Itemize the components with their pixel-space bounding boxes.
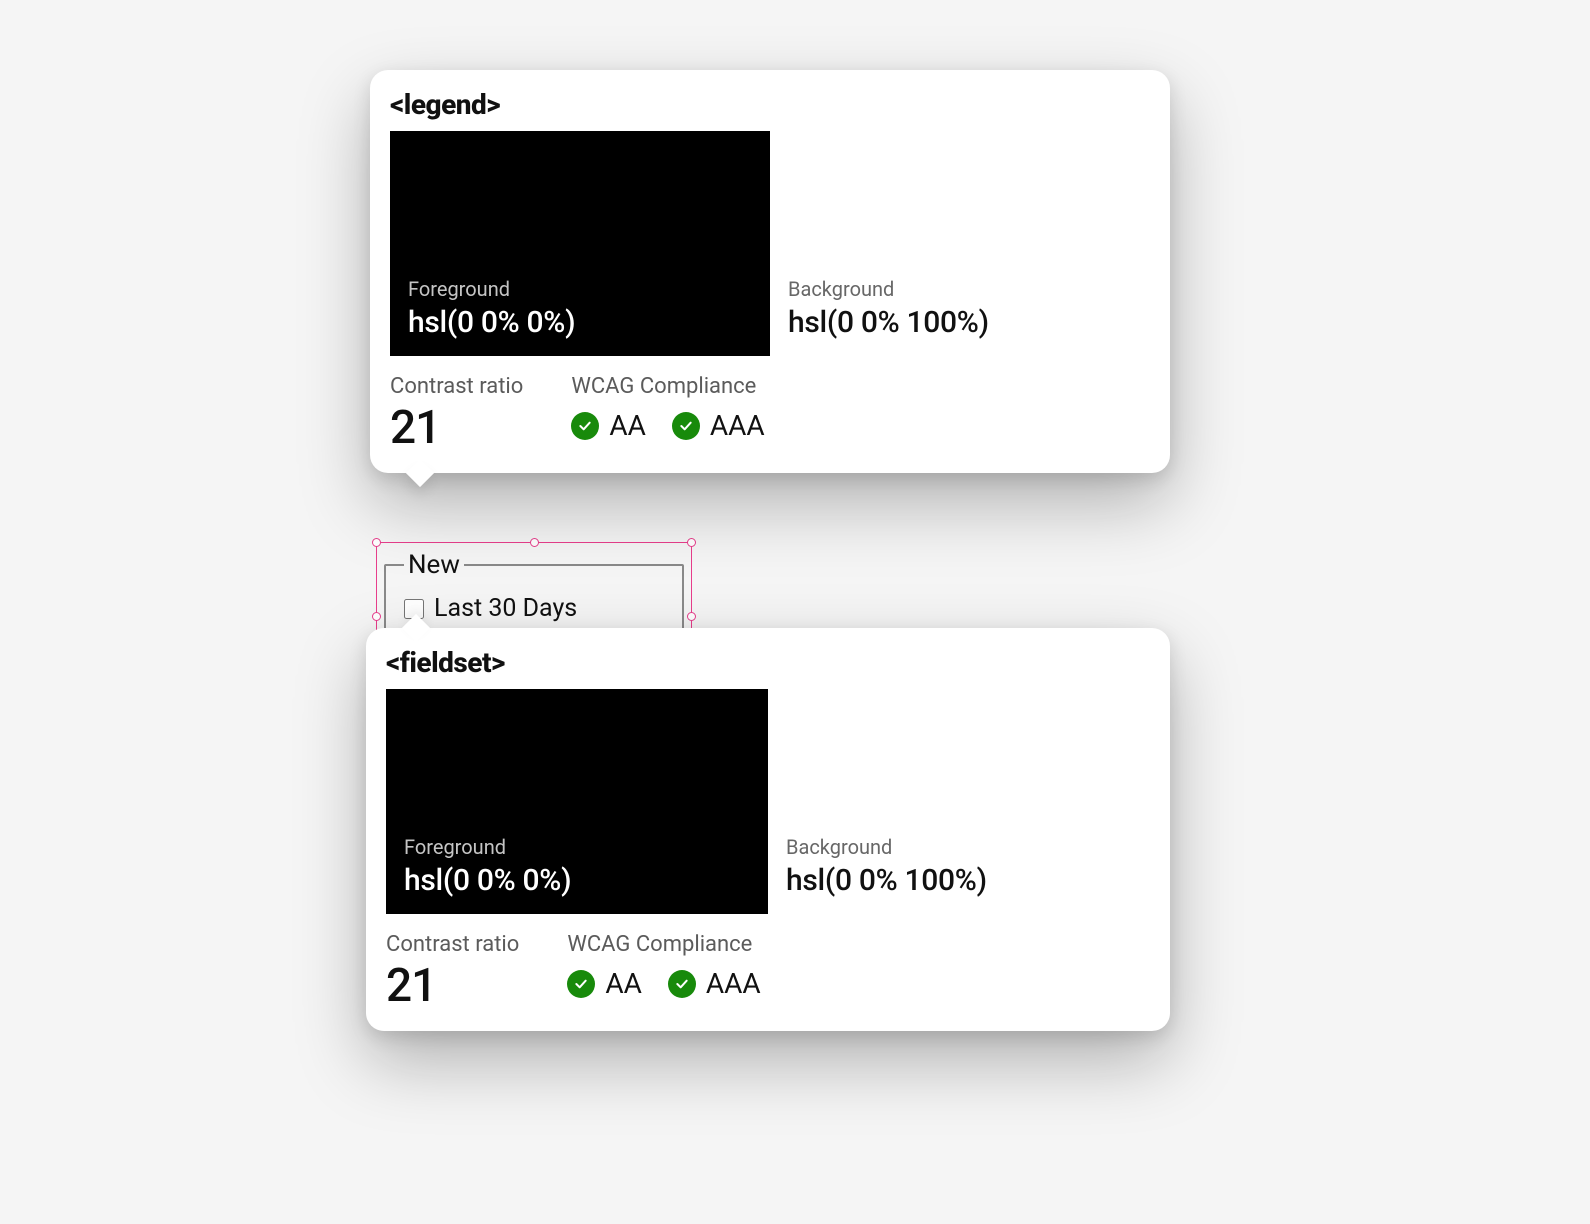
wcag-aa-text: AA: [605, 967, 642, 1000]
foreground-swatch: Foreground hsl(0 0% 0%): [390, 131, 770, 356]
wcag-aaa-badge: AAA: [668, 967, 761, 1000]
selection-handle[interactable]: [372, 538, 381, 547]
legend: New: [404, 550, 464, 580]
wcag-aaa-text: AAA: [710, 409, 765, 442]
checkbox-row[interactable]: Last 30 Days: [404, 590, 664, 628]
selection-handle[interactable]: [687, 612, 696, 621]
selection-handle[interactable]: [530, 538, 539, 547]
checkbox-label: Last 30 Days: [434, 590, 577, 628]
check-circle-icon: [672, 412, 700, 440]
selection-handle[interactable]: [687, 538, 696, 547]
foreground-value: hsl(0 0% 0%): [408, 305, 752, 340]
background-swatch: Background hsl(0 0% 100%): [770, 131, 1150, 356]
foreground-value: hsl(0 0% 0%): [404, 863, 750, 898]
wcag-compliance-label: WCAG Compliance: [571, 374, 764, 399]
wcag-aa-badge: AA: [571, 409, 646, 442]
foreground-swatch: Foreground hsl(0 0% 0%): [386, 689, 768, 914]
check-circle-icon: [571, 412, 599, 440]
wcag-aa-badge: AA: [567, 967, 642, 1000]
element-tag-title: <fieldset>: [386, 646, 1150, 679]
wcag-aaa-text: AAA: [706, 967, 761, 1000]
background-label: Background: [788, 277, 1132, 301]
background-value: hsl(0 0% 100%): [788, 305, 1132, 340]
contrast-popover-legend: <legend> Foreground hsl(0 0% 0%) Backgro…: [370, 70, 1170, 473]
foreground-label: Foreground: [408, 277, 752, 301]
background-label: Background: [786, 835, 1132, 859]
contrast-popover-fieldset: <fieldset> Foreground hsl(0 0% 0%) Backg…: [366, 628, 1170, 1031]
contrast-ratio-label: Contrast ratio: [390, 374, 523, 399]
check-circle-icon: [567, 970, 595, 998]
selection-handle[interactable]: [372, 612, 381, 621]
wcag-aa-text: AA: [609, 409, 646, 442]
contrast-ratio-value: 21: [386, 963, 519, 1009]
element-tag-title: <legend>: [390, 88, 1150, 121]
background-swatch: Background hsl(0 0% 100%): [768, 689, 1150, 914]
check-circle-icon: [668, 970, 696, 998]
background-value: hsl(0 0% 100%): [786, 863, 1132, 898]
foreground-label: Foreground: [404, 835, 750, 859]
contrast-ratio-label: Contrast ratio: [386, 932, 519, 957]
wcag-compliance-label: WCAG Compliance: [567, 932, 760, 957]
contrast-ratio-value: 21: [390, 405, 523, 451]
wcag-aaa-badge: AAA: [672, 409, 765, 442]
